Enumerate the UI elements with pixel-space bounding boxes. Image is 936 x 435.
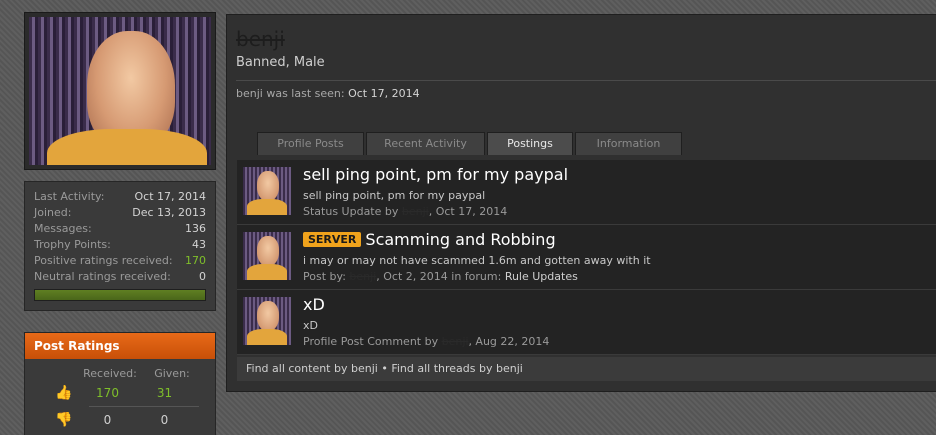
stat-label: Joined: [34,206,72,219]
stat-trophy-points: Trophy Points: 43 [34,237,206,253]
post-snippet: xD [303,319,318,332]
last-seen: benji was last seen: Oct 17, 2014 [236,87,420,100]
stat-messages: Messages: 136 [34,221,206,237]
list-item: sell ping point, pm for my paypal sell p… [237,160,936,225]
list-item: xD xD Profile Post Comment by benji, Aug… [237,290,936,355]
page-title: benji [236,27,285,51]
postings-list: sell ping point, pm for my paypal sell p… [237,160,936,355]
stat-joined: Joined: Dec 13, 2013 [34,205,206,221]
post-ratings-title: Post Ratings [25,333,215,359]
tab-postings[interactable]: Postings [487,132,573,155]
post-ratings-box: Post Ratings Received: Given: 👍 170 31 👎… [24,332,216,435]
post-snippet: i may or may not have scammed 1.6m and g… [303,254,651,267]
post-title[interactable]: xD [303,295,325,314]
post-title-row: SERVER Scamming and Robbing [303,230,556,249]
given-count[interactable]: 0 [136,413,193,427]
profile-avatar-box [24,12,216,170]
post-date: , Oct 17, 2014 [428,205,508,218]
footer-links: Find all content by benji • Find all thr… [237,357,936,381]
post-meta: Post by: benji, Oct 2, 2014 in forum: Ru… [303,270,578,283]
post-date: , Aug 22, 2014 [468,335,550,348]
tab-profile-posts[interactable]: Profile Posts [257,132,364,155]
received-count[interactable]: 170 [79,386,136,400]
list-item: SERVER Scamming and Robbing i may or may … [237,225,936,290]
avatar-shirt [47,129,207,165]
author-link[interactable]: benji [402,205,429,218]
thumbs-down-icon: 👎 [55,412,73,428]
stat-value: 0 [199,270,206,283]
profile-tabs: Profile Posts Recent Activity Postings I… [257,132,684,155]
post-title[interactable]: sell ping point, pm for my paypal [303,165,568,184]
stat-label: Last Activity: [34,190,105,203]
stat-label: Trophy Points: [34,238,111,251]
stat-value[interactable]: 43 [192,237,206,253]
avatar[interactable] [243,232,291,280]
meta-prefix: Status Update by [303,205,399,218]
profile-stats: Last Activity: Oct 17, 2014 Joined: Dec … [24,181,216,311]
stat-value[interactable]: 136 [185,221,206,237]
avatar[interactable] [29,17,211,165]
stat-positive-ratings: Positive ratings received: 170 [34,253,206,269]
received-count[interactable]: 0 [79,413,136,427]
meta-prefix: Post by: [303,270,346,283]
stat-label: Messages: [34,222,92,235]
meta-prefix: Profile Post Comment by [303,335,439,348]
tab-recent-activity[interactable]: Recent Activity [366,132,485,155]
stat-last-activity: Last Activity: Oct 17, 2014 [34,189,206,205]
last-seen-date: Oct 17, 2014 [348,87,420,100]
author-link[interactable]: benji [349,270,376,283]
thumbs-up-icon: 👍 [55,385,73,401]
find-content-link[interactable]: Find all content by benji [246,362,378,375]
stat-value: Dec 13, 2013 [132,206,206,219]
post-meta: Status Update by benji, Oct 17, 2014 [303,205,507,218]
post-snippet: sell ping point, pm for my paypal [303,189,486,202]
avatar[interactable] [243,167,291,215]
thread-prefix-badge[interactable]: SERVER [303,232,362,247]
ratings-column-headers: Received: Given: [25,367,215,380]
ratings-row-like: 👍 170 31 [25,380,215,406]
post-title[interactable]: Scamming and Robbing [365,230,555,249]
find-threads-link[interactable]: Find all threads by benji [391,362,523,375]
post-meta: Profile Post Comment by benji, Aug 22, 2… [303,335,549,348]
tab-information[interactable]: Information [575,132,682,155]
given-label: Given: [154,367,190,380]
ratings-row-dislike: 👎 0 0 [25,407,215,433]
forum-link[interactable]: Rule Updates [505,270,578,283]
last-seen-label: benji was last seen: [236,87,345,100]
given-count[interactable]: 31 [136,386,193,400]
user-title: Banned, Male [236,55,325,70]
received-label: Received: [83,367,137,380]
avatar[interactable] [243,297,291,345]
post-date: , Oct 2, 2014 in forum: [376,270,502,283]
stat-neutral-ratings: Neutral ratings received: 0 [34,269,206,285]
rating-bar [34,289,206,301]
stat-value: 170 [185,254,206,267]
divider [236,80,936,81]
separator: • [377,362,392,375]
stat-label: Positive ratings received: [34,254,173,267]
author-link[interactable]: benji [442,335,469,348]
stat-value: Oct 17, 2014 [134,190,207,203]
profile-main-panel: benji Banned, Male benji was last seen: … [226,14,936,392]
stat-label: Neutral ratings received: [34,270,171,283]
